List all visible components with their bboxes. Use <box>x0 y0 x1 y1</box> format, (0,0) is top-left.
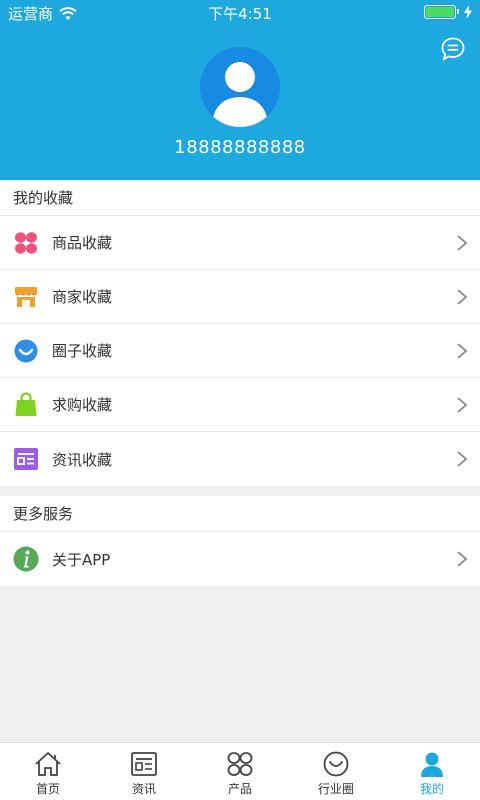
product-icon <box>227 752 253 776</box>
news-icon <box>131 752 157 776</box>
tab-home[interactable]: 首页 <box>0 743 96 800</box>
chevron-right-icon <box>457 289 468 305</box>
user-avatar-icon <box>212 62 268 127</box>
message-icon[interactable] <box>440 36 466 62</box>
services-title: 更多服务 <box>0 496 480 532</box>
status-right <box>424 5 472 19</box>
circle-smile-icon <box>13 338 39 364</box>
status-bar: 运营商 下午4:51 <box>0 0 480 26</box>
tab-label: 产品 <box>227 782 252 796</box>
row-product-favorites[interactable]: 商品收藏 <box>0 216 480 270</box>
favorites-section: 我的收藏 商品收藏 商家收藏 圈子收藏 求购收藏 资讯收藏 <box>0 180 480 486</box>
home-icon <box>35 752 61 776</box>
row-label: 关于APP <box>52 550 111 569</box>
tab-mine[interactable]: 我的 <box>384 743 480 800</box>
profile-header: 运营商 下午4:51 18888888888 <box>0 0 480 180</box>
battery-icon <box>424 5 459 19</box>
circle-icon <box>323 751 349 777</box>
row-circle-favorites[interactable]: 圈子收藏 <box>0 324 480 378</box>
row-request-favorites[interactable]: 求购收藏 <box>0 378 480 432</box>
tab-label: 行业圈 <box>317 782 354 796</box>
charging-icon <box>464 5 472 19</box>
row-store-favorites[interactable]: 商家收藏 <box>0 270 480 324</box>
services-section: 更多服务 关于APP <box>0 496 480 586</box>
tab-industry-circle[interactable]: 行业圈 <box>288 743 384 800</box>
tab-label: 资讯 <box>131 782 156 796</box>
tab-bar: 首页 资讯 产品 行业圈 我的 <box>0 742 480 800</box>
row-label: 圈子收藏 <box>52 342 113 360</box>
avatar[interactable] <box>200 47 280 127</box>
tab-label: 首页 <box>35 782 60 796</box>
row-label: 商家收藏 <box>52 288 113 306</box>
user-icon <box>421 752 443 777</box>
row-label: 求购收藏 <box>52 396 113 414</box>
chevron-right-icon <box>457 451 468 467</box>
tab-label: 我的 <box>419 782 444 796</box>
row-news-favorites[interactable]: 资讯收藏 <box>0 432 480 486</box>
chevron-right-icon <box>457 235 468 251</box>
row-label: 商品收藏 <box>52 234 113 252</box>
info-icon <box>13 546 39 572</box>
row-about-app[interactable]: 关于APP <box>0 532 480 586</box>
news-icon <box>13 446 39 472</box>
tab-news[interactable]: 资讯 <box>96 743 192 800</box>
store-icon <box>13 284 39 310</box>
row-label: 资讯收藏 <box>52 450 113 469</box>
chevron-right-icon <box>457 397 468 413</box>
product-grid-icon <box>13 230 39 256</box>
shopping-bag-icon <box>13 391 39 418</box>
favorites-title: 我的收藏 <box>0 180 480 216</box>
tab-products[interactable]: 产品 <box>192 743 288 800</box>
chevron-right-icon <box>457 551 468 567</box>
status-time: 下午4:51 <box>208 5 272 23</box>
phone-number: 18888888888 <box>174 137 306 158</box>
chevron-right-icon <box>457 343 468 359</box>
